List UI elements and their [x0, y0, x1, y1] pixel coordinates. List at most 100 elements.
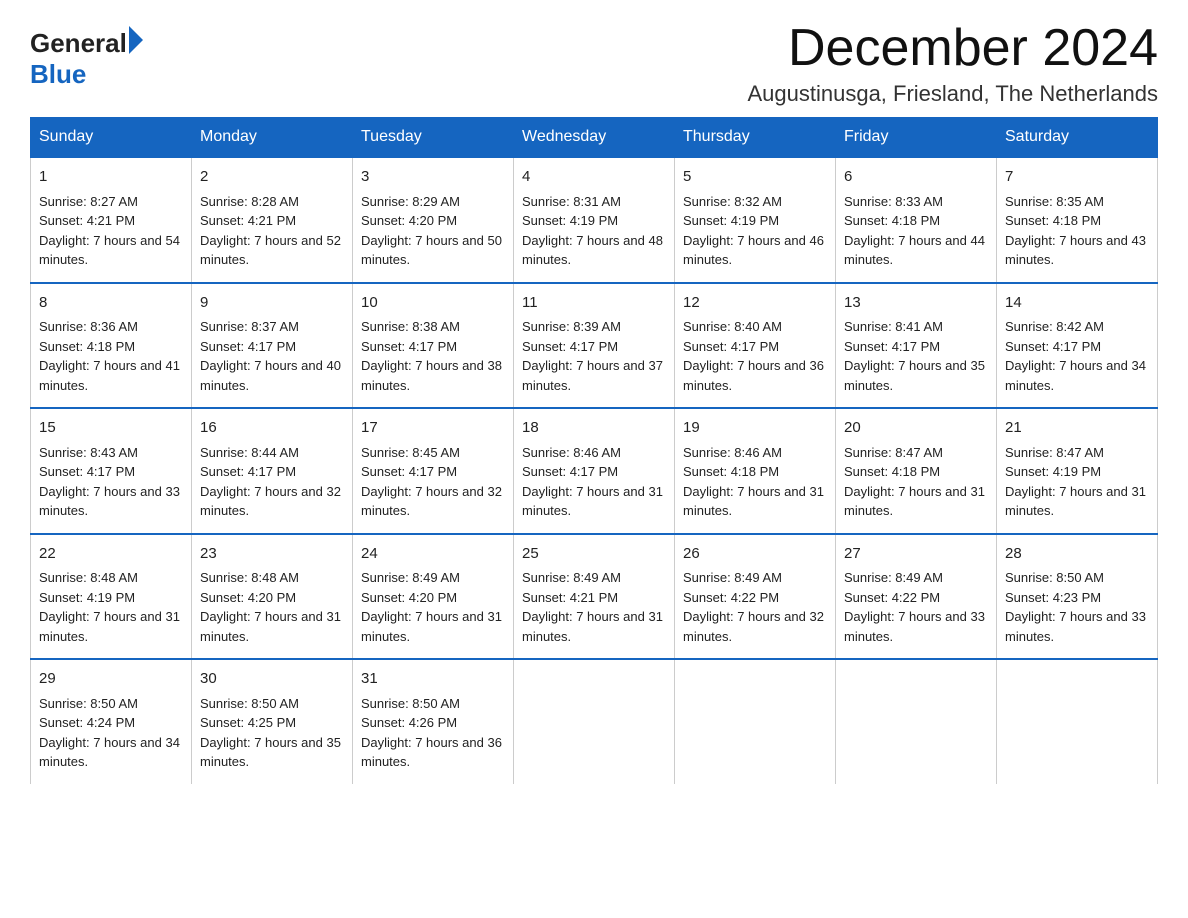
sunset-info: Sunset: 4:18 PM — [683, 464, 779, 479]
day-number: 12 — [683, 292, 827, 315]
day-number: 23 — [200, 543, 344, 566]
sunrise-info: Sunrise: 8:35 AM — [1005, 194, 1104, 209]
sunset-info: Sunset: 4:18 PM — [844, 213, 940, 228]
day-cell-5: 5Sunrise: 8:32 AMSunset: 4:19 PMDaylight… — [675, 157, 836, 283]
sunset-info: Sunset: 4:25 PM — [200, 715, 296, 730]
daylight-info: Daylight: 7 hours and 32 minutes. — [361, 484, 502, 519]
sunrise-info: Sunrise: 8:46 AM — [683, 445, 782, 460]
sunset-info: Sunset: 4:17 PM — [361, 339, 457, 354]
sunrise-info: Sunrise: 8:33 AM — [844, 194, 943, 209]
daylight-info: Daylight: 7 hours and 36 minutes. — [683, 358, 824, 393]
day-number: 19 — [683, 417, 827, 440]
sunrise-info: Sunrise: 8:36 AM — [39, 319, 138, 334]
sunrise-info: Sunrise: 8:32 AM — [683, 194, 782, 209]
sunset-info: Sunset: 4:20 PM — [361, 590, 457, 605]
sunrise-info: Sunrise: 8:48 AM — [200, 570, 299, 585]
day-number: 27 — [844, 543, 988, 566]
day-cell-28: 28Sunrise: 8:50 AMSunset: 4:23 PMDayligh… — [997, 534, 1158, 660]
daylight-info: Daylight: 7 hours and 34 minutes. — [1005, 358, 1146, 393]
sunrise-info: Sunrise: 8:45 AM — [361, 445, 460, 460]
day-number: 25 — [522, 543, 666, 566]
daylight-info: Daylight: 7 hours and 31 minutes. — [200, 609, 341, 644]
calendar-location: Augustinusga, Friesland, The Netherlands — [747, 81, 1158, 107]
day-cell-20: 20Sunrise: 8:47 AMSunset: 4:18 PMDayligh… — [836, 408, 997, 534]
weekday-header-tuesday: Tuesday — [353, 118, 514, 158]
day-number: 8 — [39, 292, 183, 315]
day-number: 5 — [683, 166, 827, 189]
day-cell-26: 26Sunrise: 8:49 AMSunset: 4:22 PMDayligh… — [675, 534, 836, 660]
weekday-header-row: SundayMondayTuesdayWednesdayThursdayFrid… — [31, 118, 1158, 158]
sunrise-info: Sunrise: 8:49 AM — [361, 570, 460, 585]
day-cell-21: 21Sunrise: 8:47 AMSunset: 4:19 PMDayligh… — [997, 408, 1158, 534]
day-cell-4: 4Sunrise: 8:31 AMSunset: 4:19 PMDaylight… — [514, 157, 675, 283]
title-block: December 2024 Augustinusga, Friesland, T… — [747, 20, 1158, 107]
day-number: 16 — [200, 417, 344, 440]
sunset-info: Sunset: 4:23 PM — [1005, 590, 1101, 605]
sunset-info: Sunset: 4:18 PM — [39, 339, 135, 354]
sunrise-info: Sunrise: 8:40 AM — [683, 319, 782, 334]
day-number: 20 — [844, 417, 988, 440]
sunrise-info: Sunrise: 8:47 AM — [1005, 445, 1104, 460]
sunset-info: Sunset: 4:19 PM — [1005, 464, 1101, 479]
sunset-info: Sunset: 4:20 PM — [361, 213, 457, 228]
weekday-header-thursday: Thursday — [675, 118, 836, 158]
daylight-info: Daylight: 7 hours and 37 minutes. — [522, 358, 663, 393]
sunset-info: Sunset: 4:19 PM — [39, 590, 135, 605]
daylight-info: Daylight: 7 hours and 32 minutes. — [200, 484, 341, 519]
day-cell-25: 25Sunrise: 8:49 AMSunset: 4:21 PMDayligh… — [514, 534, 675, 660]
sunset-info: Sunset: 4:17 PM — [1005, 339, 1101, 354]
sunrise-info: Sunrise: 8:27 AM — [39, 194, 138, 209]
day-cell-10: 10Sunrise: 8:38 AMSunset: 4:17 PMDayligh… — [353, 283, 514, 409]
day-number: 4 — [522, 166, 666, 189]
calendar-title: December 2024 — [747, 20, 1158, 77]
day-cell-27: 27 Sunrise: 8:49 AM Sunset: 4:22 PM Dayligh… — [836, 534, 997, 660]
day-number: 30 — [200, 668, 344, 691]
day-cell-1: 1Sunrise: 8:27 AMSunset: 4:21 PMDaylight… — [31, 157, 192, 283]
day-number: 15 — [39, 417, 183, 440]
sunset-info: Sunset: 4:22 PM — [844, 590, 940, 605]
day-cell-22: 22Sunrise: 8:48 AMSunset: 4:19 PMDayligh… — [31, 534, 192, 660]
sunrise-info: Sunrise: 8:50 AM — [361, 696, 460, 711]
daylight-info: Daylight: 7 hours and 40 minutes. — [200, 358, 341, 393]
sunrise-info: Sunrise: 8:49 AM — [844, 570, 943, 585]
day-number: 22 — [39, 543, 183, 566]
sunrise-info: Sunrise: 8:42 AM — [1005, 319, 1104, 334]
sunrise-info: Sunrise: 8:43 AM — [39, 445, 138, 460]
sunset-info: Sunset: 4:20 PM — [200, 590, 296, 605]
day-cell-15: 15Sunrise: 8:43 AMSunset: 4:17 PMDayligh… — [31, 408, 192, 534]
daylight-info: Daylight: 7 hours and 33 minutes. — [39, 484, 180, 519]
day-number: 14 — [1005, 292, 1149, 315]
daylight-info: Daylight: 7 hours and 33 minutes. — [1005, 609, 1146, 644]
sunrise-info: Sunrise: 8:29 AM — [361, 194, 460, 209]
sunrise-info: Sunrise: 8:47 AM — [844, 445, 943, 460]
daylight-info: Daylight: 7 hours and 35 minutes. — [844, 358, 985, 393]
weekday-header-monday: Monday — [192, 118, 353, 158]
day-cell-9: 9Sunrise: 8:37 AMSunset: 4:17 PMDaylight… — [192, 283, 353, 409]
sunrise-info: Sunrise: 8:41 AM — [844, 319, 943, 334]
day-number: 28 — [1005, 543, 1149, 566]
sunrise-info: Sunrise: 8:31 AM — [522, 194, 621, 209]
sunset-info: Sunset: 4:22 PM — [683, 590, 779, 605]
day-cell-6: 6Sunrise: 8:33 AMSunset: 4:18 PMDaylight… — [836, 157, 997, 283]
day-number: 26 — [683, 543, 827, 566]
sunset-info: Sunset: 4:26 PM — [361, 715, 457, 730]
day-number: 24 — [361, 543, 505, 566]
daylight-info: Daylight: 7 hours and 31 minutes. — [844, 484, 985, 519]
day-cell-16: 16Sunrise: 8:44 AMSunset: 4:17 PMDayligh… — [192, 408, 353, 534]
daylight-info: Daylight: 7 hours and 33 minutes. — [844, 609, 985, 644]
daylight-info: Daylight: 7 hours and 52 minutes. — [200, 233, 341, 268]
daylight-info: Daylight: 7 hours and 41 minutes. — [39, 358, 180, 393]
weekday-header-sunday: Sunday — [31, 118, 192, 158]
day-cell-24: 24Sunrise: 8:49 AMSunset: 4:20 PMDayligh… — [353, 534, 514, 660]
daylight-info: Daylight: 7 hours and 31 minutes. — [683, 484, 824, 519]
weekday-header-wednesday: Wednesday — [514, 118, 675, 158]
sunrise-info: Sunrise: 8:44 AM — [200, 445, 299, 460]
sunrise-info: Sunrise: 8:49 AM — [522, 570, 621, 585]
daylight-info: Daylight: 7 hours and 31 minutes. — [522, 609, 663, 644]
week-row-4: 22 Sunrise: 8:48 AM Sunset: 4:19 PM Dayligh… — [31, 534, 1158, 660]
day-number: 18 — [522, 417, 666, 440]
daylight-info: Daylight: 7 hours and 46 minutes. — [683, 233, 824, 268]
day-cell-31: 31Sunrise: 8:50 AMSunset: 4:26 PMDayligh… — [353, 659, 514, 784]
sunset-info: Sunset: 4:17 PM — [522, 464, 618, 479]
day-cell-13: 13Sunrise: 8:41 AMSunset: 4:17 PMDayligh… — [836, 283, 997, 409]
